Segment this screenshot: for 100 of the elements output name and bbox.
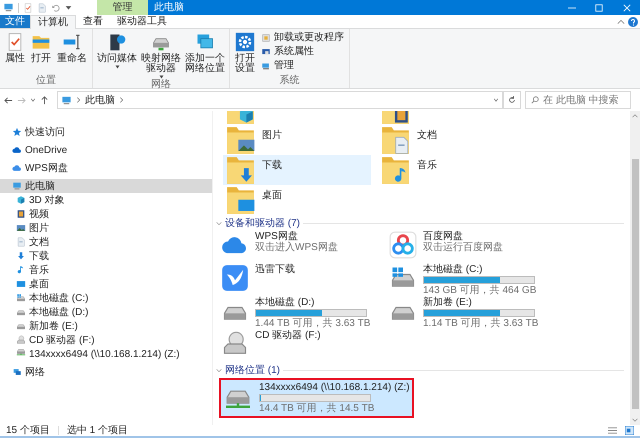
sidebar-item[interactable]: 图片: [0, 221, 212, 235]
sidebar-item[interactable]: 新加卷 (E:): [0, 319, 212, 333]
back-icon[interactable]: [4, 96, 13, 104]
ribbon-button[interactable]: 映射网络驱动器: [140, 32, 182, 79]
drive-name: WPS网盘: [255, 231, 299, 242]
scroll-down-icon[interactable]: [632, 417, 638, 423]
folder-tile[interactable]: 桌面: [223, 185, 371, 215]
window-title: 此电脑: [154, 0, 184, 15]
sidebar-item[interactable]: 此电脑: [0, 179, 212, 193]
ribbon-tab[interactable]: 计算机: [30, 15, 76, 29]
drive-tile[interactable]: 百度网盘 双击运行百度网盘: [387, 230, 505, 263]
drive-tile[interactable]: 迅雷下载: [219, 263, 297, 296]
drive-tile[interactable]: 本地磁盘 (C:) 143 GB 可用，共 464 GB: [387, 263, 538, 296]
rings-icon: [389, 231, 417, 259]
ribbon-button[interactable]: 卸载或更改程序: [261, 32, 346, 44]
sidebar-item[interactable]: 134xxxx6494 (\\10.168.1.214) (Z:): [0, 347, 212, 361]
document-icon: [16, 237, 26, 247]
sidebar-item[interactable]: 视频: [0, 207, 212, 221]
drive-tile[interactable]: 新加卷 (E:) 1.14 TB 可用，共 3.63 TB: [387, 296, 540, 329]
item-count: 15 个项目: [6, 424, 50, 438]
dropdown-icon[interactable]: [493, 97, 499, 103]
maximize-icon[interactable]: [595, 4, 603, 12]
computer-icon: [3, 2, 14, 13]
disc-drive-icon: [16, 335, 26, 345]
folder-icon: [381, 156, 411, 184]
drive-tile[interactable]: 134xxxx6494 (\\10.168.1.214) (Z:) 14.4 TB 可用，共 14.5 TB: [219, 378, 414, 418]
drive-name: 新加卷 (E:): [423, 297, 473, 308]
cube-icon: [16, 195, 26, 205]
group-header[interactable]: 网络位置 (1): [225, 362, 280, 378]
file-menu-button[interactable]: 文件: [0, 15, 30, 28]
drive-tile[interactable]: 本地磁盘 (D:) 1.44 TB 可用，共 3.63 TB: [219, 296, 372, 329]
star-icon: [12, 127, 22, 137]
document-icon: [37, 2, 47, 12]
program-icon: [261, 33, 271, 43]
sidebar-item[interactable]: 音乐: [0, 263, 212, 277]
chevron-icon: [119, 97, 124, 103]
drive-icon: [16, 293, 26, 303]
folder-tile[interactable]: 图片: [223, 125, 371, 155]
drive-subtitle: 双击进入WPS网盘: [255, 242, 338, 254]
film-icon: [16, 209, 26, 219]
ribbon-button[interactable]: 打开设置: [233, 32, 257, 74]
collapse-icon[interactable]: [216, 368, 222, 372]
group-label: 网络: [151, 79, 171, 90]
sidebar-item[interactable]: 3D 对象: [0, 193, 212, 207]
tiles-view-icon[interactable]: [625, 426, 634, 435]
ribbon-button[interactable]: 访问媒体: [96, 32, 138, 69]
sidebar-item[interactable]: 下载: [0, 249, 212, 263]
image-icon: [16, 223, 26, 233]
sidebar-item[interactable]: 本地磁盘 (C:): [0, 291, 212, 305]
folder-tile[interactable]: 下载: [223, 155, 371, 185]
sidebar-item[interactable]: 文档: [0, 235, 212, 249]
drive-tile[interactable]: WPS网盘 双击进入WPS网盘: [219, 230, 340, 263]
scrollbar[interactable]: [630, 111, 640, 425]
folder-icon: [226, 156, 256, 184]
breadcrumb[interactable]: 此电脑: [85, 92, 115, 108]
download-icon: [16, 251, 26, 261]
ribbon-tab[interactable]: 驱动器工具: [110, 15, 174, 28]
ribbon-button[interactable]: 添加一个网络位置: [184, 32, 226, 74]
ribbon-button[interactable]: 打开: [29, 32, 53, 64]
context-tab[interactable]: 管理: [97, 0, 148, 15]
sidebar-item[interactable]: 快速访问: [0, 125, 212, 139]
up-icon[interactable]: [40, 96, 49, 104]
drive-name: CD 驱动器 (F:): [255, 330, 321, 341]
drive-name: 本地磁盘 (D:): [255, 297, 316, 308]
ribbon-tab[interactable]: 查看: [76, 15, 110, 28]
rename-icon: [62, 32, 82, 52]
collapse-icon[interactable]: [617, 18, 625, 26]
ribbon-button[interactable]: 重命名: [55, 32, 89, 64]
address-field[interactable]: 此电脑: [57, 91, 503, 109]
scroll-up-icon[interactable]: [632, 113, 638, 119]
details-view-icon[interactable]: [608, 426, 617, 435]
sidebar-item[interactable]: 桌面: [0, 277, 212, 291]
music-note-icon: [16, 265, 26, 275]
sidebar-item[interactable]: WPS网盘: [0, 161, 212, 175]
refresh-icon: [508, 96, 516, 104]
refresh-button[interactable]: [503, 91, 521, 109]
ribbon-button[interactable]: 属性: [3, 32, 27, 64]
close-icon[interactable]: [623, 4, 631, 12]
search-field[interactable]: 在 此电脑 中搜索: [525, 91, 631, 109]
sidebar-item[interactable]: CD 驱动器 (F:): [0, 333, 212, 347]
group-label: 位置: [36, 75, 56, 86]
sidebar-item[interactable]: OneDrive: [0, 143, 212, 157]
folder-tile[interactable]: 文档: [378, 125, 526, 155]
dropdown-icon[interactable]: [30, 97, 36, 103]
folder-icon: [381, 126, 411, 154]
network-icon: [12, 367, 22, 377]
drive-tile[interactable]: CD 驱动器 (F:): [219, 329, 323, 362]
group-header[interactable]: 设备和驱动器 (7): [225, 216, 300, 230]
sidebar-item[interactable]: 网络: [0, 365, 212, 379]
settings-icon: [235, 32, 255, 52]
ribbon-button[interactable]: 管理: [261, 60, 346, 72]
folder-tile[interactable]: 音乐: [378, 155, 526, 185]
collapse-icon[interactable]: [216, 220, 222, 226]
drive-name: 134xxxx6494 (\\10.168.1.214) (Z:): [259, 382, 410, 393]
help-icon[interactable]: [628, 16, 638, 26]
network-drive-icon: [223, 390, 253, 408]
dropdown-icon[interactable]: [65, 4, 72, 11]
sidebar-item[interactable]: 本地磁盘 (D:): [0, 305, 212, 319]
ribbon-button[interactable]: 系统属性: [261, 46, 346, 58]
undo-icon[interactable]: [51, 2, 61, 12]
